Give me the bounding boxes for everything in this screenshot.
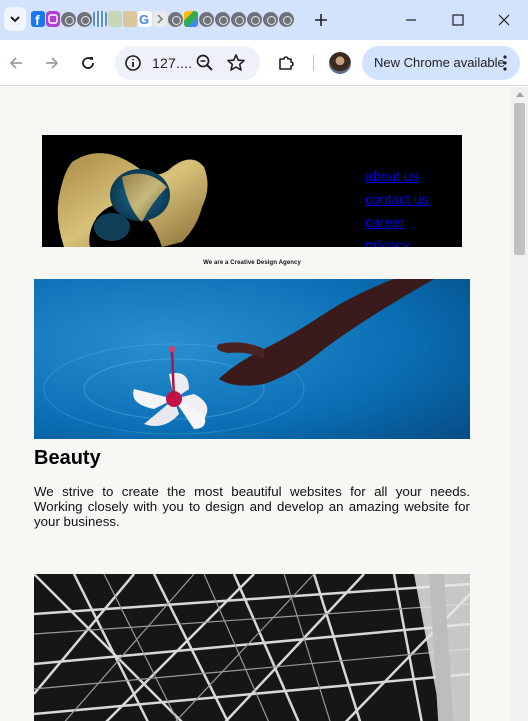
steel-structure-image (34, 574, 470, 721)
nav-link-privacy[interactable]: privacy (365, 234, 429, 247)
site-icon[interactable] (231, 12, 246, 27)
image-icon[interactable] (108, 11, 122, 27)
instagram-icon[interactable] (46, 11, 60, 27)
grid-icon[interactable] (93, 11, 107, 27)
page-viewport: about us contact us career privacy We ar… (0, 87, 511, 721)
agency-logo (57, 153, 208, 247)
chevron-down-icon (10, 16, 20, 23)
tagline: We are a Creative Design Agency (203, 260, 301, 266)
site-header: about us contact us career privacy (42, 135, 462, 247)
hero-image-hand-flower (34, 279, 470, 439)
extensions-button[interactable] (274, 51, 298, 75)
site-icon[interactable] (61, 12, 76, 27)
facebook-icon[interactable]: f (31, 11, 45, 28)
profile-avatar[interactable] (329, 52, 351, 74)
minimize-icon (406, 19, 416, 21)
address-bar[interactable]: 127.... (115, 46, 260, 80)
arrow-left-icon (9, 57, 22, 69)
arrow-right-icon (46, 57, 59, 69)
url-text[interactable]: 127.... (152, 55, 192, 71)
close-window-button[interactable] (489, 6, 519, 34)
site-icon[interactable] (199, 12, 214, 27)
tab-search-button[interactable] (4, 7, 26, 31)
section-title: Beauty (34, 447, 101, 469)
puzzle-icon (279, 56, 294, 70)
svg-text:G: G (139, 12, 149, 27)
reload-button[interactable] (76, 51, 100, 75)
chevron-icon[interactable] (153, 11, 167, 27)
scroll-up-arrow-icon[interactable] (516, 92, 524, 97)
image-icon[interactable] (123, 11, 137, 27)
zoom-icon[interactable] (195, 53, 215, 73)
update-chrome-button[interactable]: New Chrome available (362, 46, 520, 80)
nav-link-career[interactable]: career (365, 211, 429, 234)
minimize-button[interactable] (396, 6, 426, 34)
new-tab-button[interactable] (306, 8, 336, 32)
site-icon[interactable] (215, 12, 230, 27)
maximize-button[interactable] (443, 6, 473, 34)
google-icon[interactable]: G (138, 11, 152, 27)
site-icon[interactable] (247, 12, 262, 27)
site-icon[interactable] (168, 12, 183, 27)
toolbar-divider (313, 55, 314, 71)
nav-link-contact-us[interactable]: contact us (365, 188, 429, 211)
close-icon (498, 14, 510, 26)
pinned-tabs: f G (31, 11, 295, 29)
google-drive-icon[interactable] (184, 11, 198, 27)
svg-text:f: f (35, 12, 40, 27)
update-label: New Chrome available (374, 55, 505, 70)
reload-icon (82, 57, 94, 69)
nav-link-about-us[interactable]: about us (365, 165, 429, 188)
forward-button[interactable] (40, 51, 64, 75)
vertical-scrollbar[interactable] (511, 87, 528, 721)
more-vert-icon[interactable] (500, 54, 510, 72)
bookmark-star-icon[interactable] (225, 52, 247, 74)
site-info-icon[interactable] (123, 53, 143, 73)
plus-icon (315, 14, 327, 26)
main-nav: about us contact us career privacy (365, 165, 429, 247)
site-icon[interactable] (77, 12, 92, 27)
back-button[interactable] (4, 51, 28, 75)
scrollbar-thumb[interactable] (514, 103, 525, 255)
site-icon[interactable] (279, 12, 294, 27)
maximize-icon (452, 14, 464, 26)
section-text: We strive to create the most beautiful w… (34, 484, 470, 529)
tab-strip: f G (0, 0, 528, 40)
site-icon[interactable] (263, 12, 278, 27)
